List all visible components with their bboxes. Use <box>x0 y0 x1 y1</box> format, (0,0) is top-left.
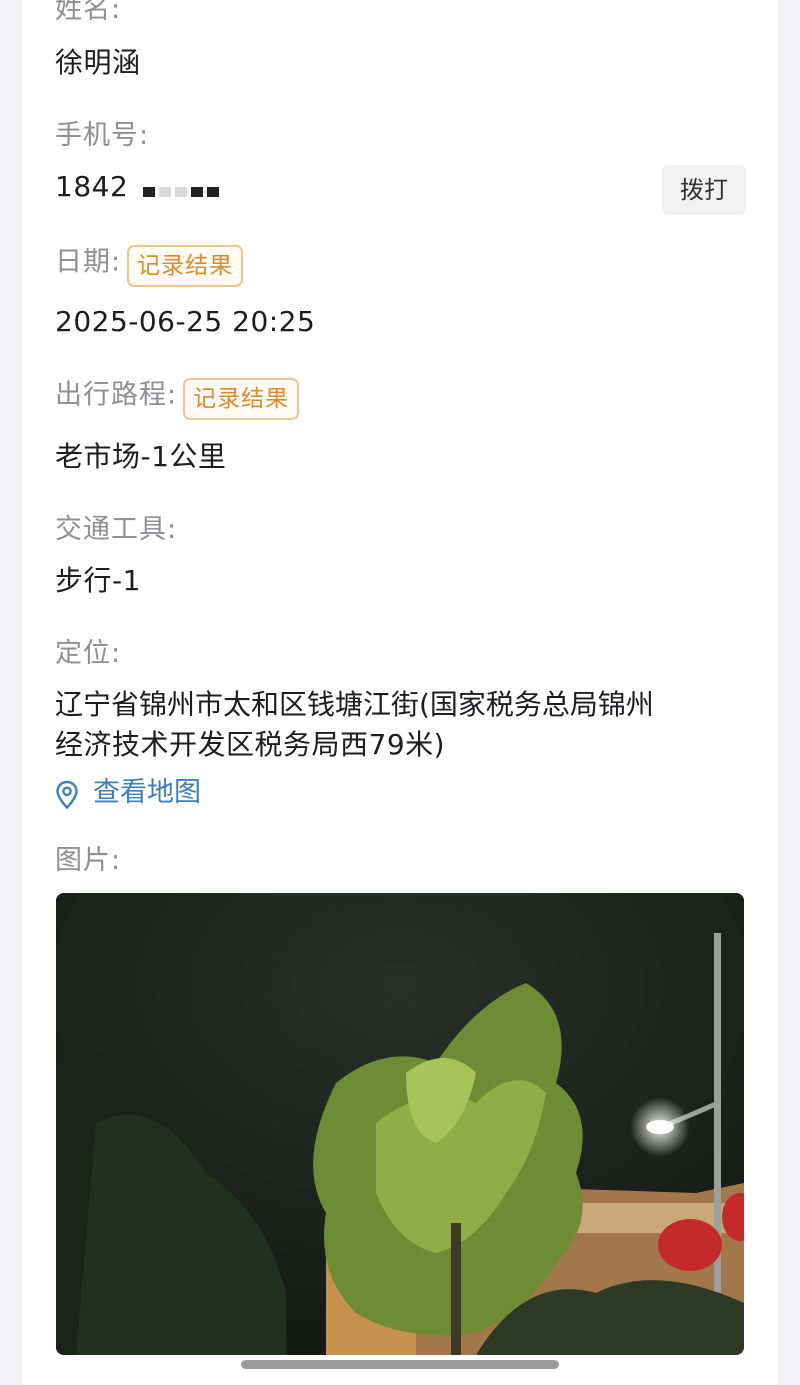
record-card: 姓名: 徐明涵 手机号: 1842 拨打 日期: 记录结果 2025-06-25 … <box>22 0 778 1385</box>
date-value: 2025-06-25 20:25 <box>55 305 316 338</box>
route-value: 老市场-1公里 <box>55 440 227 473</box>
route-value-row: 老市场-1公里 <box>55 440 226 474</box>
name-label: 姓名: <box>55 0 122 25</box>
route-label: 出行路程: <box>55 379 178 411</box>
route-field: 出行路程: 记录结果 <box>55 378 300 420</box>
dial-button[interactable]: 拨打 <box>662 165 746 215</box>
date-record-tag[interactable]: 记录结果 <box>127 245 244 287</box>
route-record-tag[interactable]: 记录结果 <box>183 378 300 420</box>
location-line-2: 经济技术开发区税务局西79米) <box>55 728 446 761</box>
date-field: 日期: 记录结果 <box>55 245 244 287</box>
transport-field: 交通工具: <box>55 514 177 546</box>
transport-value: 步行-1 <box>55 564 141 597</box>
home-indicator[interactable] <box>241 1360 559 1369</box>
view-map-label: 查看地图 <box>93 777 201 808</box>
transport-label: 交通工具: <box>55 514 178 545</box>
phone-value: 1842 <box>55 170 129 203</box>
view-map-link[interactable]: 查看地图 <box>55 770 201 814</box>
phone-label: 手机号: <box>55 120 150 151</box>
location-pin-icon <box>55 780 79 814</box>
night-street-photo[interactable] <box>56 893 744 1355</box>
transport-value-row: 步行-1 <box>55 564 141 598</box>
picture-field: 图片: <box>55 845 121 877</box>
location-label: 定位: <box>55 638 122 669</box>
name-field: 姓名: <box>55 0 121 26</box>
name-value-row: 徐明涵 <box>55 46 141 80</box>
location-line-1: 辽宁省锦州市太和区钱塘江街(国家税务总局锦州 <box>55 688 654 721</box>
phone-mask <box>139 181 220 200</box>
date-value-row: 2025-06-25 20:25 <box>55 305 315 339</box>
phone-field: 手机号: <box>55 120 149 152</box>
date-label: 日期: <box>55 246 122 278</box>
location-address: 辽宁省锦州市太和区钱塘江街(国家税务总局锦州 经济技术开发区税务局西79米) <box>55 688 654 762</box>
picture-label: 图片: <box>55 845 122 876</box>
phone-value-row: 1842 <box>55 170 220 204</box>
location-field: 定位: <box>55 638 121 670</box>
name-value: 徐明涵 <box>55 46 141 79</box>
